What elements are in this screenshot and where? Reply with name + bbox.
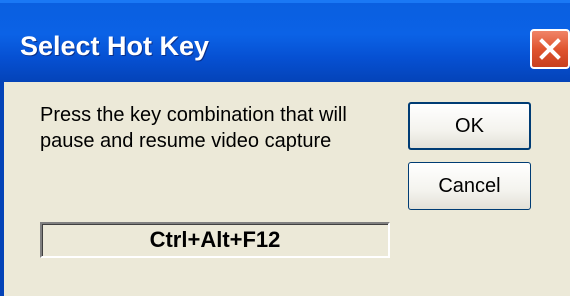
ok-button[interactable]: OK — [408, 102, 531, 150]
cancel-button[interactable]: Cancel — [408, 162, 531, 210]
hotkey-field[interactable]: Ctrl+Alt+F12 — [40, 222, 390, 258]
instruction-line-1: Press the key combination that will — [40, 104, 347, 126]
instruction-text: Press the key combination that will paus… — [40, 102, 390, 154]
close-icon — [539, 38, 561, 60]
instruction-line-2: pause and resume video capture — [40, 130, 332, 152]
title-bar[interactable]: Select Hot Key — [0, 0, 570, 82]
hotkey-dialog: Select Hot Key Press the key combination… — [0, 0, 570, 296]
window-title: Select Hot Key — [20, 31, 210, 61]
dialog-body: Press the key combination that will paus… — [0, 82, 570, 296]
close-button[interactable] — [530, 29, 570, 69]
